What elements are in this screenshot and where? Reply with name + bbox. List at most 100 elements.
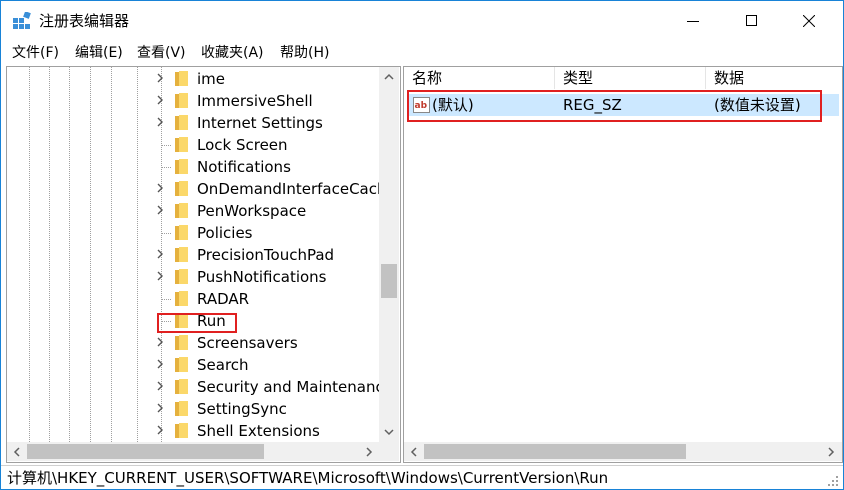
folder-icon [175,225,188,240]
scroll-right-icon[interactable] [364,447,374,457]
tree-vertical-scrollbar[interactable] [379,67,399,442]
tree-item-shell-extensions[interactable]: Shell Extensions [7,420,379,442]
chevron-right-icon[interactable] [154,94,166,106]
tree-item-notifications[interactable]: Notifications [7,156,379,178]
menu-file[interactable]: 文件(F) [12,44,59,62]
tree-item-label: PushNotifications [197,268,327,286]
folder-icon [175,115,188,130]
folder-icon [175,159,188,174]
tree-item-label: Lock Screen [197,136,288,154]
tree-connector-line [161,299,171,300]
scroll-left-icon[interactable] [12,447,22,457]
tree-item-lock-screen[interactable]: Lock Screen [7,134,379,156]
tree-item-settingsync[interactable]: SettingSync [7,398,379,420]
tree-item-label: RADAR [197,290,250,308]
tree-item-immersiveshell[interactable]: ImmersiveShell [7,90,379,112]
key-tree-pane[interactable]: ime ImmersiveShell Internet Settings Lock S… [6,66,401,463]
tree-item-label: PrecisionTouchPad [197,246,335,264]
status-bar: 计算机\HKEY_CURRENT_USER\SOFTWARE\Microsoft… [1,465,843,489]
column-header-name[interactable]: 名称 [404,67,554,89]
tree-item-radar[interactable]: RADAR [7,288,379,310]
tree-item-pushnotifications[interactable]: PushNotifications [7,266,379,288]
scroll-left-icon[interactable] [409,447,419,457]
tree-item-ondemandinterfacecach[interactable]: OnDemandInterfaceCach [7,178,387,200]
menu-favorites[interactable]: 收藏夹(A) [201,44,264,62]
folder-icon [175,357,188,372]
minimize-button[interactable] [670,1,716,41]
folder-icon [175,181,188,196]
tree-connector-line [161,233,171,234]
tree-item-ime[interactable]: ime [7,68,379,90]
folder-icon [175,137,188,152]
tree-item-label: Internet Settings [197,114,323,132]
tree-item-label: Policies [197,224,253,242]
menu-edit[interactable]: 编辑(E) [75,44,123,62]
tree-item-screensavers[interactable]: Screensavers [7,332,379,354]
column-header-type[interactable]: 类型 [555,67,705,89]
title-bar[interactable]: 注册表编辑器 [1,1,843,41]
folder-icon [175,401,188,416]
tree-connector-line [161,145,171,146]
chevron-right-icon[interactable] [154,358,166,370]
tree-connector-line [161,167,171,168]
folder-icon [175,291,188,306]
tree-item-search[interactable]: Search [7,354,379,376]
chevron-right-icon[interactable] [154,182,166,194]
close-icon [803,15,815,27]
tree-item-label: PenWorkspace [197,202,307,220]
menu-help[interactable]: 帮助(H) [280,44,329,62]
tree-item-label: ImmersiveShell [197,92,313,110]
scroll-corner [379,442,399,461]
tree-item-label: SettingSync [197,400,287,418]
maximize-button[interactable] [728,1,774,41]
registry-editor-icon [13,12,31,29]
tree-item-label: OnDemandInterfaceCach [197,180,387,198]
menu-bar: 文件(F) 编辑(E) 查看(V) 收藏夹(A) 帮助(H) [1,41,843,65]
tree-item-precisiontouchpad[interactable]: PrecisionTouchPad [7,244,379,266]
tree-vertical-scroll-thumb[interactable] [381,264,397,298]
menu-view[interactable]: 查看(V) [137,44,186,62]
tree-item-policies[interactable]: Policies [7,222,379,244]
close-button[interactable] [786,1,832,41]
tree-item-label: Notifications [197,158,291,176]
scroll-up-icon[interactable] [384,72,394,82]
window-title: 注册表编辑器 [39,12,130,30]
tree-item-label: Search [197,356,249,374]
folder-icon [175,269,188,284]
registry-editor-window: 注册表编辑器 文件(F) 编辑(E) 查看(V) 收藏夹(A) 帮助(H) im… [0,0,844,490]
tree-item-penworkspace[interactable]: PenWorkspace [7,200,379,222]
folder-icon [175,379,188,394]
resize-grip-icon[interactable] [827,475,839,487]
tree-horizontal-scroll-thumb[interactable] [27,444,264,459]
list-horizontal-scrollbar[interactable] [404,442,842,461]
scroll-right-icon[interactable] [826,447,836,457]
tree-item-label: ime [197,70,226,88]
folder-icon [175,247,188,262]
folder-icon [175,93,188,108]
current-key-path: 计算机\HKEY_CURRENT_USER\SOFTWARE\Microsoft… [7,469,609,487]
column-header-data[interactable]: 数据 [706,67,842,89]
chevron-right-icon[interactable] [154,402,166,414]
chevron-right-icon[interactable] [154,380,166,392]
scroll-down-icon[interactable] [384,427,394,437]
folder-icon [175,203,188,218]
default-value-highlight [407,90,822,122]
chevron-right-icon[interactable] [154,248,166,260]
list-horizontal-scroll-thumb[interactable] [424,444,686,459]
tree-item-label: Shell Extensions [197,422,320,440]
chevron-right-icon[interactable] [154,204,166,216]
tree-item-label: Screensavers [197,334,298,352]
folder-icon [175,71,188,86]
tree-item-label: Security and Maintenance [197,378,393,396]
chevron-right-icon[interactable] [154,116,166,128]
tree-item-internet-settings[interactable]: Internet Settings [7,112,379,134]
chevron-right-icon[interactable] [154,270,166,282]
chevron-right-icon[interactable] [154,72,166,84]
chevron-right-icon[interactable] [154,424,166,436]
tree-horizontal-scrollbar[interactable] [7,442,379,461]
chevron-right-icon[interactable] [154,336,166,348]
value-list-pane[interactable]: 名称 类型 数据 ab (默认) REG_SZ (数值未设置) [403,66,843,463]
folder-icon [175,335,188,350]
run-key-highlight [157,313,237,333]
tree-item-security-and-maintenance[interactable]: Security and Maintenance [7,376,393,398]
